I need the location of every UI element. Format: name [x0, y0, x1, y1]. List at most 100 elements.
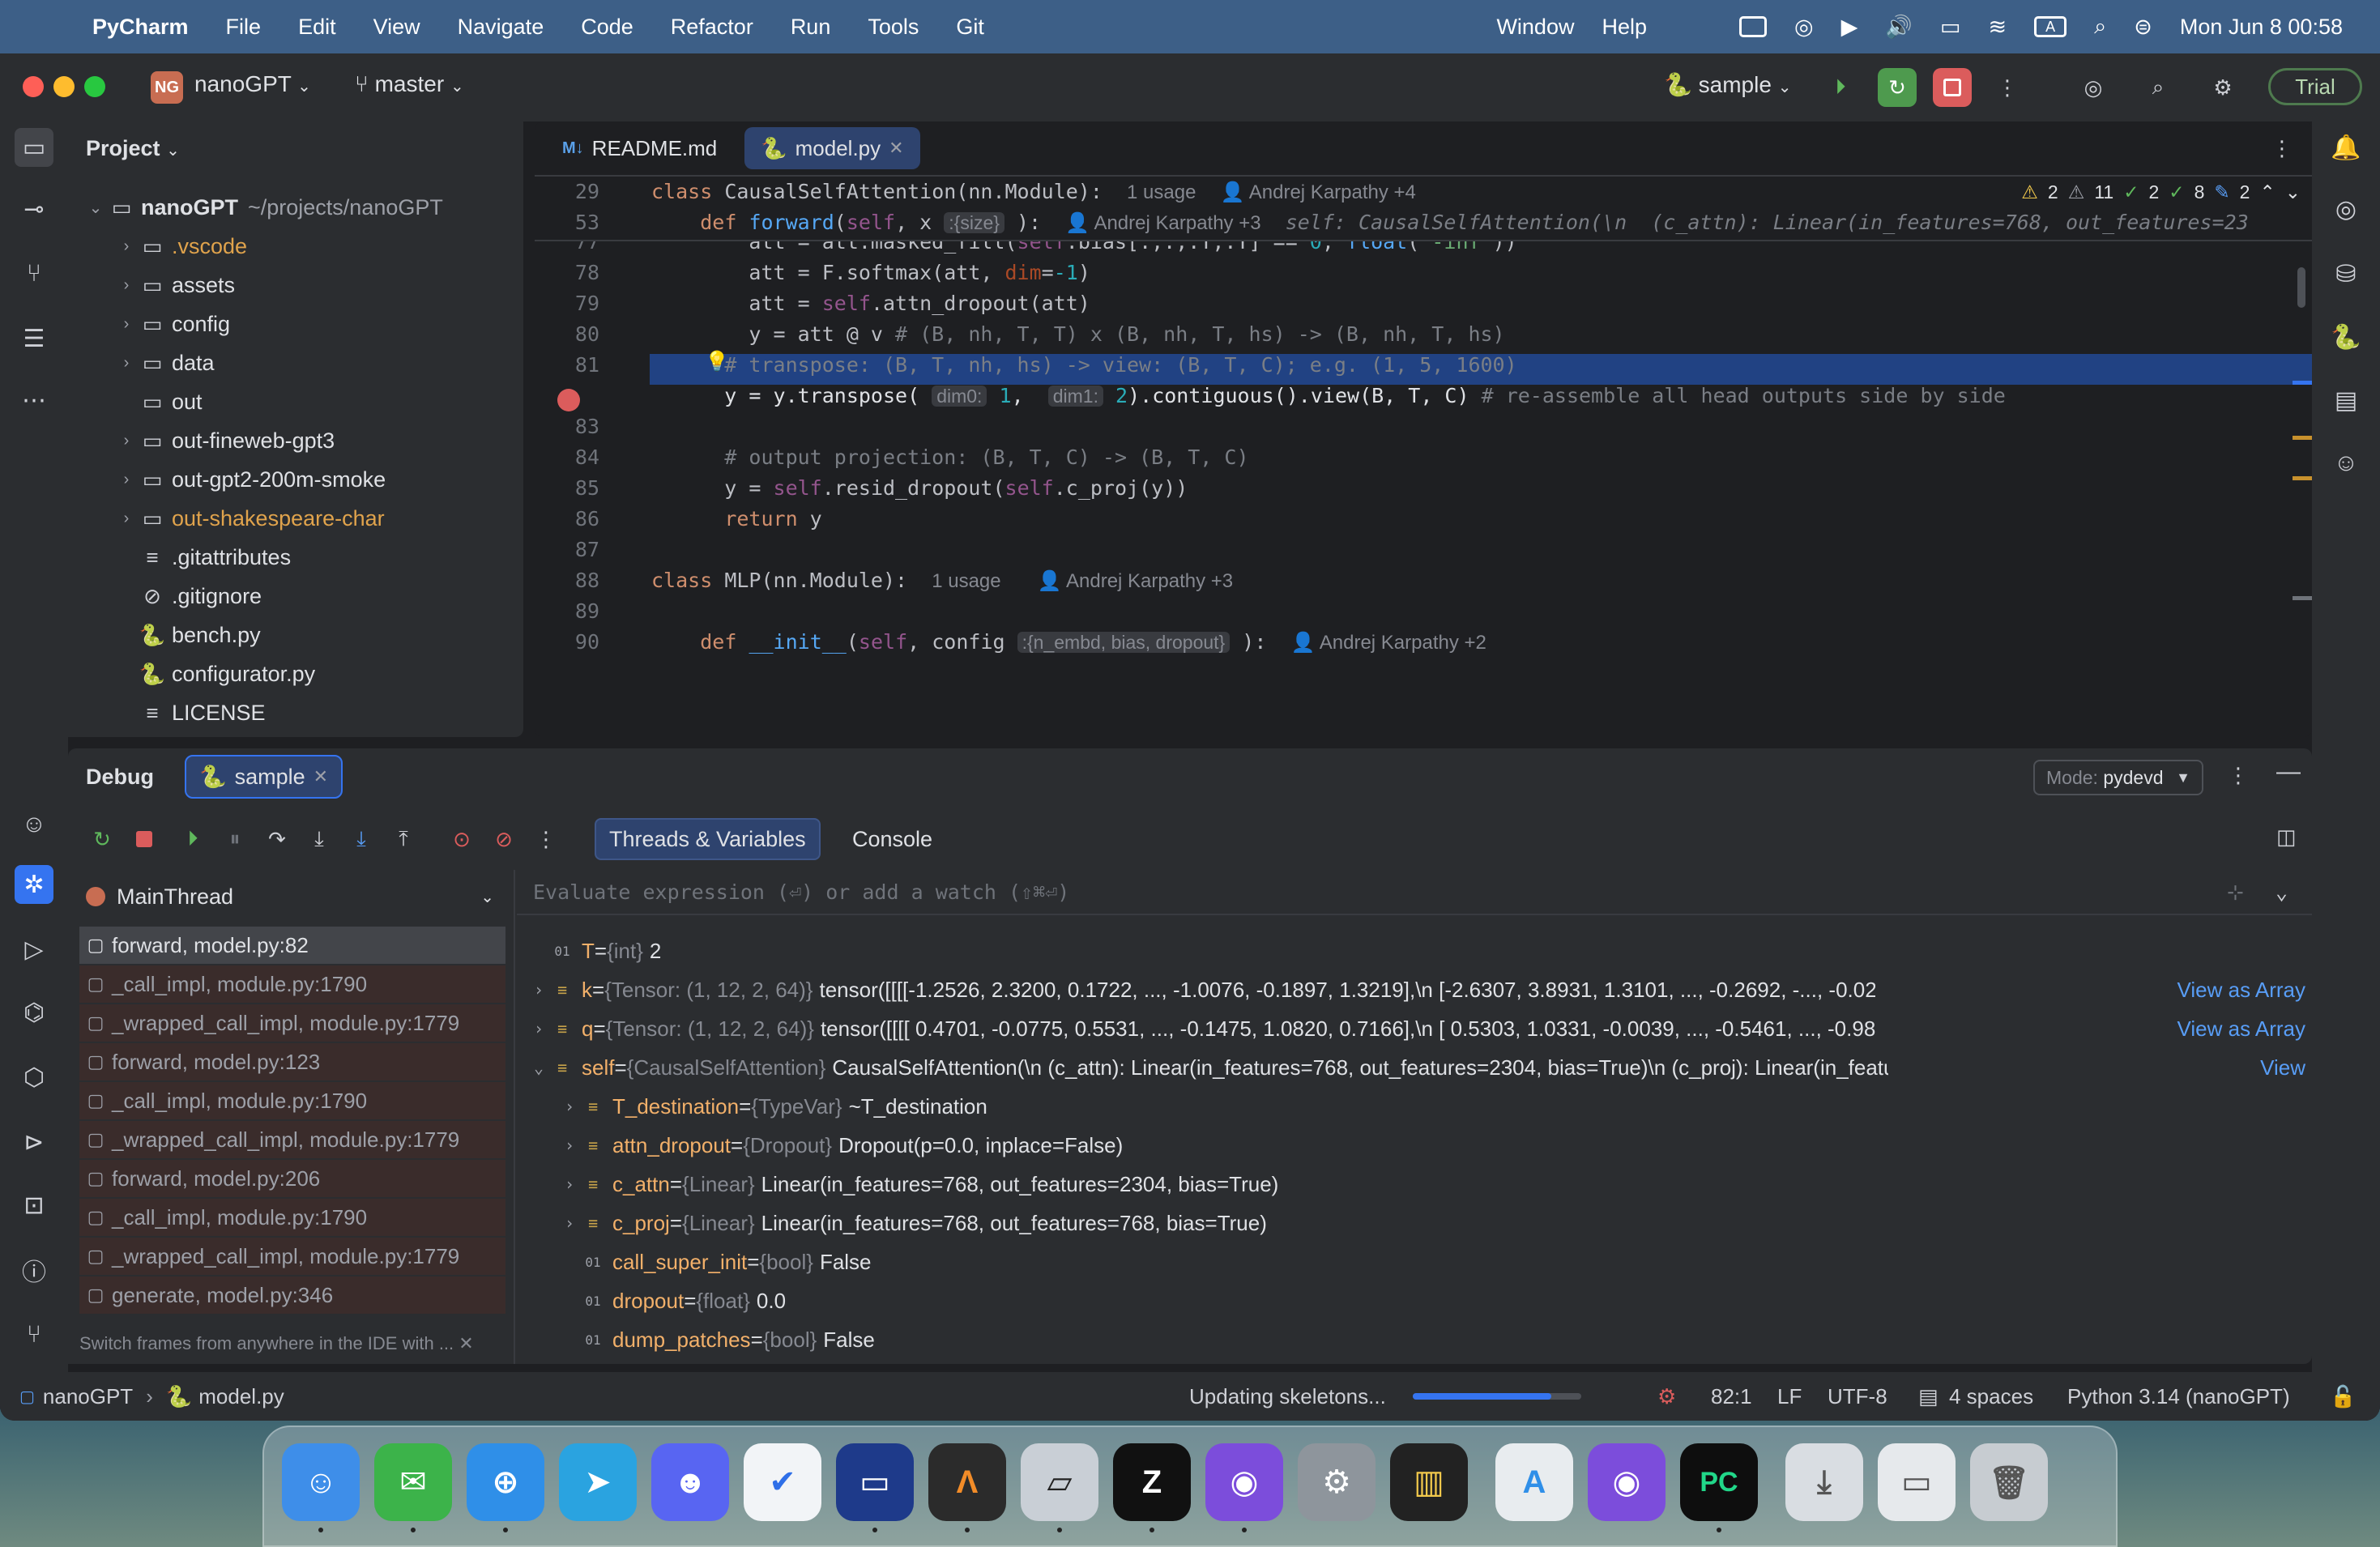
tree-item[interactable]: › ▭ out-gpt2-200m-smoke — [68, 460, 523, 499]
error-stripe-marker[interactable] — [2293, 596, 2312, 600]
chevron-right-icon[interactable]: › — [527, 1019, 551, 1038]
project-tool-folder-icon[interactable]: ▭ — [15, 128, 53, 167]
tree-item[interactable]: › ▭ assets — [68, 266, 523, 305]
settings-gear-icon[interactable]: ⚙ — [2203, 68, 2242, 107]
python-icon[interactable]: 🐍 — [2327, 317, 2365, 356]
menu-code[interactable]: Code — [581, 15, 633, 40]
branch-selector[interactable]: ⑂ master ⌄ — [355, 71, 464, 97]
control-center-icon[interactable]: ⊜ — [2134, 15, 2152, 40]
view-as-array-link[interactable]: View as Array — [2173, 1016, 2305, 1042]
terminal-icon[interactable]: ⊡ — [15, 1186, 53, 1225]
dock-finder-icon[interactable]: ☺ — [282, 1443, 360, 1521]
stack-frame[interactable]: ▢ forward, model.py:82 — [79, 927, 505, 964]
stack-frame[interactable]: ▢ generate, model.py:346 — [79, 1276, 505, 1314]
author-hint[interactable]: 👤 Andrej Karpathy +2 — [1291, 632, 1486, 654]
menu-run[interactable]: Run — [791, 15, 831, 40]
dock-matlab-icon[interactable]: Λ — [928, 1443, 1006, 1521]
inspection-widget[interactable]: ⚠ 2 ⚠ 11 ✓ 2 ✓ 8 ✎ 2 ⌃ ⌄ — [2013, 181, 2301, 203]
view-as-array-link[interactable]: View as Array — [2173, 977, 2305, 1003]
stop-debug-button[interactable] — [128, 823, 160, 855]
rerun-debug-icon[interactable]: ↻ — [1878, 68, 1917, 107]
error-stripe-marker[interactable] — [2293, 381, 2312, 385]
caret-position[interactable]: 82:1 — [1711, 1384, 1752, 1409]
run-tool-icon[interactable]: ▷ — [15, 930, 53, 969]
menu-help[interactable]: Help — [1602, 15, 1647, 40]
chevron-right-icon[interactable]: › — [115, 432, 138, 450]
view-breakpoints-icon[interactable]: ⊙ — [446, 823, 478, 855]
chevron-right-icon[interactable]: › — [557, 1136, 582, 1155]
stack-frame[interactable]: ▢ _wrapped_call_impl, module.py:1779 — [79, 1121, 505, 1158]
chevron-right-icon[interactable]: › — [557, 1174, 582, 1194]
copilot-chat-icon[interactable]: ☺ — [2327, 444, 2365, 483]
tree-item[interactable]: 🐍 configurator.py — [68, 654, 523, 693]
author-hint[interactable]: 👤 Andrej Karpathy +3 — [1038, 570, 1233, 592]
chevron-right-icon[interactable]: › — [557, 1213, 582, 1233]
tab-model-py[interactable]: 🐍 model.py ✕ — [744, 127, 920, 169]
chevron-down-icon[interactable]: ⌄ — [527, 1058, 551, 1077]
stack-frame[interactable]: ▢ _wrapped_call_impl, module.py:1779 — [79, 1004, 505, 1042]
close-hint-icon[interactable]: ✕ — [459, 1333, 473, 1353]
evaluate-expression-input[interactable]: Evaluate expression (⏎) or add a watch (… — [517, 870, 2312, 915]
editor-scrollbar[interactable] — [2297, 267, 2305, 308]
wechat-status-icon[interactable]: ◎ — [1794, 15, 1814, 40]
tree-item[interactable]: ≡ LICENSE — [68, 693, 523, 732]
debug-tool-bug-icon[interactable]: ✲ — [15, 865, 53, 904]
tree-item[interactable]: › ▭ data — [68, 343, 523, 382]
chevron-down-icon[interactable]: ⌄ — [84, 198, 107, 218]
dock-preview-icon[interactable]: ▱ — [1021, 1443, 1098, 1521]
step-over-icon[interactable]: ↷ — [261, 823, 293, 855]
chevron-down-icon[interactable]: ⌄ — [2276, 880, 2288, 904]
tree-item[interactable]: ≡ .gitattributes — [68, 538, 523, 577]
resume-program-icon[interactable]: ⏵ — [1821, 68, 1860, 107]
run-config-selector[interactable]: 🐍 sample ⌄ — [1664, 71, 1791, 98]
menu-navigate[interactable]: Navigate — [458, 15, 544, 40]
variable-row[interactable]: › ≡ c_attn = {Linear} Linear(in_features=76… — [517, 1165, 2312, 1204]
structure-tool-icon[interactable]: ☰ — [15, 319, 53, 358]
lock-icon[interactable]: 🔓 — [2330, 1384, 2356, 1409]
dock-system-settings-icon[interactable]: ⚙ — [1298, 1443, 1376, 1521]
commit-tool-icon[interactable]: ⊸ — [15, 190, 53, 228]
python-packages-icon[interactable]: ⌬ — [15, 993, 53, 1032]
variable-row[interactable]: 01 T = {int} 2 — [517, 931, 2312, 970]
step-out-icon[interactable]: ⤒ — [387, 823, 420, 855]
more-actions-icon[interactable]: ⋮ — [1988, 68, 2027, 107]
chevron-right-icon[interactable]: › — [115, 509, 138, 528]
variable-row[interactable]: › ≡ q = {Tensor: (1, 12, 2, 64)} tensor([[[… — [517, 1009, 2312, 1048]
input-source-icon[interactable]: A — [2034, 16, 2067, 37]
tab-console[interactable]: Console — [839, 818, 945, 860]
stack-frame[interactable]: ▢ _call_impl, module.py:1790 — [79, 965, 505, 1003]
error-stripe-marker[interactable] — [2293, 476, 2312, 480]
sticky-class-line[interactable]: class CausalSelfAttention(nn.Module): 1 … — [651, 180, 1416, 204]
problems-icon[interactable]: ⓘ — [15, 1251, 53, 1289]
tree-root[interactable]: ⌄ ▭ nanoGPT ~/projects/nanoGPT — [68, 188, 523, 227]
menubar-clock[interactable]: Mon Jun 8 00:58 — [2180, 15, 2343, 40]
chevron-right-icon[interactable]: › — [115, 315, 138, 334]
dock-trash-icon[interactable]: 🗑 — [1970, 1443, 2048, 1521]
variable-row[interactable]: 01 call_super_init = {bool} False — [517, 1242, 2312, 1281]
breakpoint-icon[interactable] — [557, 389, 580, 411]
variable-row[interactable]: › ≡ attn_dropout = {Dropout} Dropout(p=0.0,… — [517, 1126, 2312, 1165]
play-status-icon[interactable]: ▶ — [1841, 15, 1858, 40]
chevron-right-icon[interactable]: › — [527, 980, 551, 999]
volume-icon[interactable]: 🔊 — [1885, 14, 1913, 40]
variable-row[interactable]: 01 dropout = {float} 0.0 — [517, 1281, 2312, 1320]
chevron-down-icon[interactable]: ⌄ — [2285, 181, 2301, 203]
project-badge[interactable]: NG — [151, 71, 183, 104]
usage-hint[interactable]: 1 usage — [932, 570, 1000, 592]
tree-item[interactable]: ▭ out — [68, 382, 523, 421]
dock-github-desktop-icon[interactable]: ◉ — [1205, 1443, 1283, 1521]
status-app-icon[interactable] — [1739, 16, 1767, 37]
step-into-my-code-icon[interactable]: ⤓ — [345, 823, 377, 855]
git-tool-icon[interactable]: ⑂ — [15, 1315, 53, 1354]
sciview-icon[interactable]: ▤ — [2327, 381, 2365, 420]
stack-frame[interactable]: ▢ _wrapped_call_impl, module.py:1779 — [79, 1238, 505, 1275]
project-selector[interactable]: nanoGPT ⌄ — [194, 71, 311, 97]
notifications-bell-icon[interactable]: 🔔 — [2327, 128, 2365, 167]
chevron-right-icon[interactable]: › — [115, 237, 138, 256]
background-task-label[interactable]: Updating skeletons... — [1189, 1384, 1386, 1409]
variable-row[interactable]: › ≡ c_proj = {Linear} Linear(in_features=76… — [517, 1204, 2312, 1242]
battery-icon[interactable]: ▭ — [1940, 15, 1961, 40]
ai-chat-icon[interactable]: ◎ — [2327, 190, 2365, 228]
dock-app-icon[interactable]: ▥ — [1390, 1443, 1468, 1521]
chevron-right-icon[interactable]: › — [115, 471, 138, 489]
